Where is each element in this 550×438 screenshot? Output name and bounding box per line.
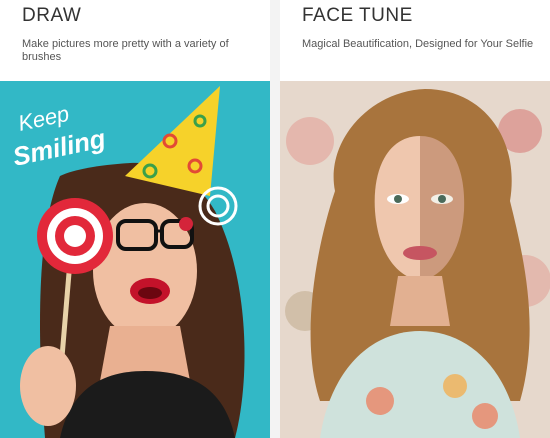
right-iris [438, 195, 446, 203]
draw-subtitle: Make pictures more pretty with a variety… [22, 38, 229, 63]
face-tune-subtitle: Magical Beautification, Designed for You… [302, 38, 534, 50]
draw-sample-photo: Keep Smiling [0, 81, 270, 438]
top-flower-1 [366, 387, 394, 415]
draw-feature-panel: DRAW Make pictures more pretty with a va… [0, 0, 270, 438]
lollipop-ring-3 [64, 225, 86, 247]
mouth-inner [138, 287, 162, 299]
top-flower-2 [443, 374, 467, 398]
face-tune-title: FACE TUNE [302, 5, 413, 26]
face-tune-feature-panel: FACE TUNE Magical Beautification, Design… [280, 0, 550, 438]
draw-title: DRAW [22, 5, 82, 26]
left-iris [394, 195, 402, 203]
neck [390, 276, 450, 326]
red-bow [179, 217, 193, 231]
floral-bg-1 [286, 117, 334, 165]
top-flower-3 [472, 403, 498, 429]
lips [403, 246, 437, 260]
face-tune-sample-photo [280, 81, 550, 438]
hand [20, 346, 76, 426]
panel-divider [270, 0, 280, 438]
